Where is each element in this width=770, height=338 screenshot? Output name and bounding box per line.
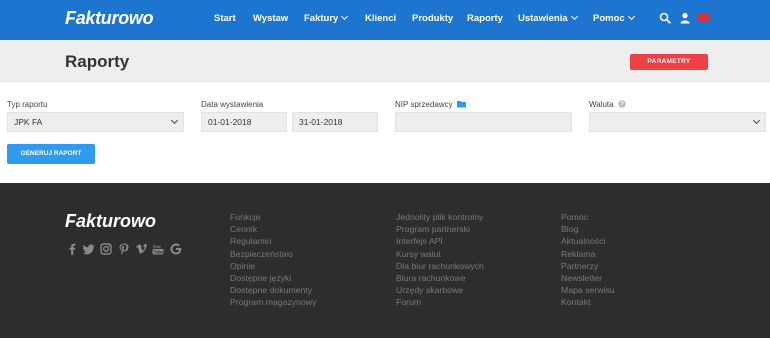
report-type-value: JPK FA	[14, 117, 43, 127]
footer-link[interactable]: Interfejs API	[396, 235, 484, 247]
footer-link[interactable]: Funkcje	[230, 211, 316, 223]
date-to-value: 31-01-2018	[299, 117, 343, 127]
footer-link[interactable]: Urzędy skarbowe	[396, 284, 484, 296]
nav-label: Wystaw	[253, 13, 289, 24]
parameters-button[interactable]: PARAMETRY	[630, 54, 708, 70]
chevron-down-icon	[570, 12, 578, 21]
nip-input[interactable]	[395, 112, 572, 132]
flag-icon[interactable]	[697, 14, 709, 22]
chevron-down-icon	[341, 12, 349, 21]
footer-link[interactable]: Dla biur rachunkowych	[396, 260, 484, 272]
date-from-value: 01-01-2018	[208, 117, 252, 127]
chevron-down-icon	[170, 116, 179, 125]
footer-link[interactable]: Dostępne języki	[230, 272, 316, 284]
footer-link[interactable]: Program magazynowy	[230, 296, 316, 308]
nav-label: Produkty	[412, 13, 454, 24]
footer-link[interactable]: Aktualności	[561, 235, 615, 247]
footer-link[interactable]: Kontakt	[561, 296, 615, 308]
footer-link[interactable]: Mapa serwisu	[561, 284, 615, 296]
report-type-select[interactable]: JPK FA	[7, 112, 184, 132]
page-header: Raporty PARAMETRY	[0, 40, 770, 83]
footer-logo[interactable]: Fakturowo	[65, 211, 156, 232]
facebook-icon[interactable]	[66, 243, 78, 255]
svg-text:?: ?	[620, 102, 624, 108]
footer-link[interactable]: Program partnerski	[396, 223, 484, 235]
footer-link[interactable]: Kursy walut	[396, 248, 484, 260]
currency-label-text: Waluta	[589, 100, 614, 109]
nav-label: Pomoc	[593, 13, 625, 24]
footer-link[interactable]: Dostępne dokumenty	[230, 284, 316, 296]
footer-link[interactable]: Newsletter	[561, 272, 615, 284]
vimeo-icon[interactable]	[135, 243, 147, 255]
help-icon[interactable]: ?	[618, 100, 626, 108]
nip-label-text: NIP sprzedawcy	[395, 100, 453, 109]
nav-pomoc[interactable]: Pomoc	[593, 12, 635, 24]
chevron-down-icon	[752, 116, 761, 125]
user-icon[interactable]	[679, 12, 691, 24]
nav-label: Klienci	[365, 13, 397, 24]
footer-link[interactable]: Jednolity plik kontrolny	[396, 211, 484, 223]
footer-link[interactable]: Reklama	[561, 248, 615, 260]
svg-text:You: You	[153, 244, 161, 249]
footer-link[interactable]: Bezpieczeństwo	[230, 248, 316, 260]
pinterest-icon[interactable]	[118, 243, 130, 255]
logo[interactable]: Fakturowo	[65, 8, 154, 29]
nip-label: NIP sprzedawcy	[395, 100, 467, 109]
page-title: Raporty	[65, 52, 130, 71]
nav-klienci[interactable]: Klienci	[365, 13, 396, 24]
date-from-input[interactable]: 01-01-2018	[201, 112, 287, 132]
top-navbar: Fakturowo Start Wystaw Faktury Klienci P…	[0, 0, 770, 40]
issue-date-label: Data wystawienia	[201, 100, 264, 109]
footer-link[interactable]: Biura rachunkowe	[396, 272, 484, 284]
footer-column-3: Pomoc Blog Aktualności Reklama Partnerzy…	[561, 211, 615, 309]
report-type-label: Typ raportu	[7, 100, 48, 109]
nav-raporty[interactable]: Raporty	[467, 13, 503, 24]
footer-link[interactable]: Blog	[561, 223, 615, 235]
svg-text:Tube: Tube	[154, 249, 164, 254]
footer-link[interactable]: Pomoc	[561, 211, 615, 223]
footer-link[interactable]: Regulamin	[230, 235, 316, 247]
footer-column-2: Jednolity plik kontrolny Program partner…	[396, 211, 484, 309]
currency-select[interactable]	[589, 112, 766, 132]
generate-report-button[interactable]: GENERUJ RAPORT	[7, 144, 95, 164]
search-icon[interactable]	[659, 12, 671, 24]
youtube-icon[interactable]: You Tube	[152, 243, 164, 255]
nav-produkty[interactable]: Produkty	[412, 13, 453, 24]
nav-label: Raporty	[467, 13, 503, 24]
instagram-icon[interactable]	[100, 243, 112, 255]
footer-link[interactable]: Opinie	[230, 260, 316, 272]
date-to-input[interactable]: 31-01-2018	[292, 112, 378, 132]
chevron-down-icon	[627, 12, 635, 21]
twitter-icon[interactable]	[83, 243, 95, 255]
nav-label: Ustawienia	[518, 13, 568, 24]
currency-label: Waluta ?	[589, 100, 626, 109]
nav-ustawienia[interactable]: Ustawienia	[518, 12, 578, 24]
footer-link[interactable]: Cennik	[230, 223, 316, 235]
nav-start[interactable]: Start	[214, 13, 236, 24]
footer-column-1: Funkcje Cennik Regulamin Bezpieczeństwo …	[230, 211, 316, 309]
google-icon[interactable]	[170, 243, 182, 255]
nav-faktury[interactable]: Faktury	[304, 12, 349, 24]
folder-icon[interactable]	[456, 100, 467, 108]
footer: Fakturowo You Tube Funkcje Cennik Regula…	[0, 183, 770, 338]
footer-link[interactable]: Partnerzy	[561, 260, 615, 272]
nav-label: Faktury	[304, 13, 339, 24]
nav-wystaw[interactable]: Wystaw	[253, 13, 288, 24]
nav-label: Start	[214, 13, 236, 24]
footer-link[interactable]: Forum	[396, 296, 484, 308]
